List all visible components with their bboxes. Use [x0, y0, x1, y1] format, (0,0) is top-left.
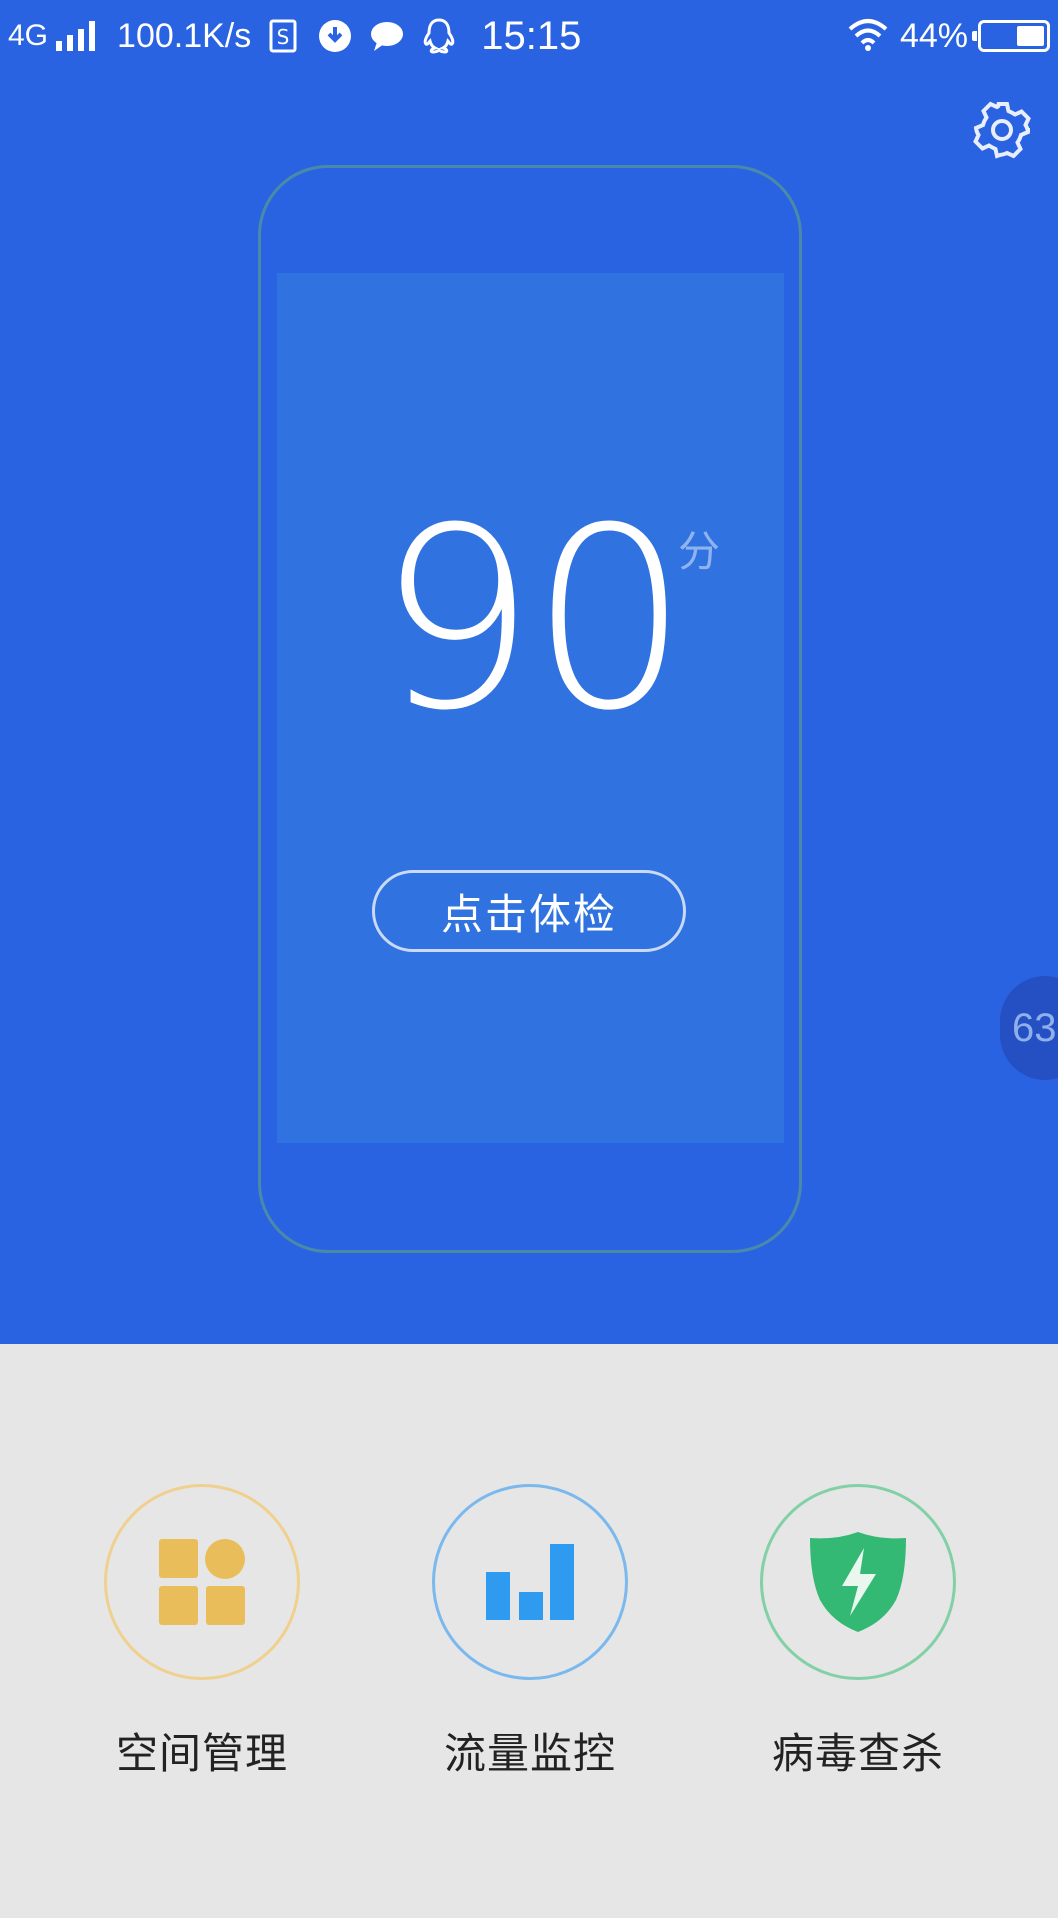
- traffic-monitor-icon: [432, 1484, 628, 1680]
- clock: 15:15: [481, 13, 582, 58]
- battery-icon: [972, 20, 1050, 52]
- signal-icon: [56, 21, 96, 51]
- status-bar: 4G 100.1K/s S 15:15 44%: [0, 0, 1058, 72]
- battery-percent: 44%: [899, 16, 968, 55]
- network-type: 4G: [8, 19, 49, 52]
- qq-icon: [421, 18, 457, 54]
- check-up-button[interactable]: 点击体检: [372, 870, 686, 952]
- gear-icon[interactable]: [970, 98, 1034, 162]
- feature-label: 空间管理: [115, 1729, 288, 1778]
- feature-label: 病毒查杀: [771, 1729, 944, 1778]
- space-manage-icon: [104, 1484, 300, 1680]
- score-unit: 分: [678, 527, 721, 576]
- virus-scan-shield-icon: [760, 1484, 956, 1680]
- message-icon: [369, 18, 405, 54]
- feature-space-manage[interactable]: 空间管理: [102, 1484, 302, 1784]
- health-score: 90: [377, 474, 689, 765]
- svg-text:S: S: [277, 25, 290, 49]
- feature-virus-scan[interactable]: 病毒查杀: [758, 1484, 958, 1784]
- sim-icon: S: [265, 18, 301, 54]
- feature-traffic-monitor[interactable]: 流量监控: [430, 1484, 630, 1784]
- wifi-icon: [846, 17, 890, 55]
- network-speed: 100.1K/s: [117, 16, 252, 55]
- feature-label: 流量监控: [443, 1729, 616, 1778]
- download-icon: [317, 18, 353, 54]
